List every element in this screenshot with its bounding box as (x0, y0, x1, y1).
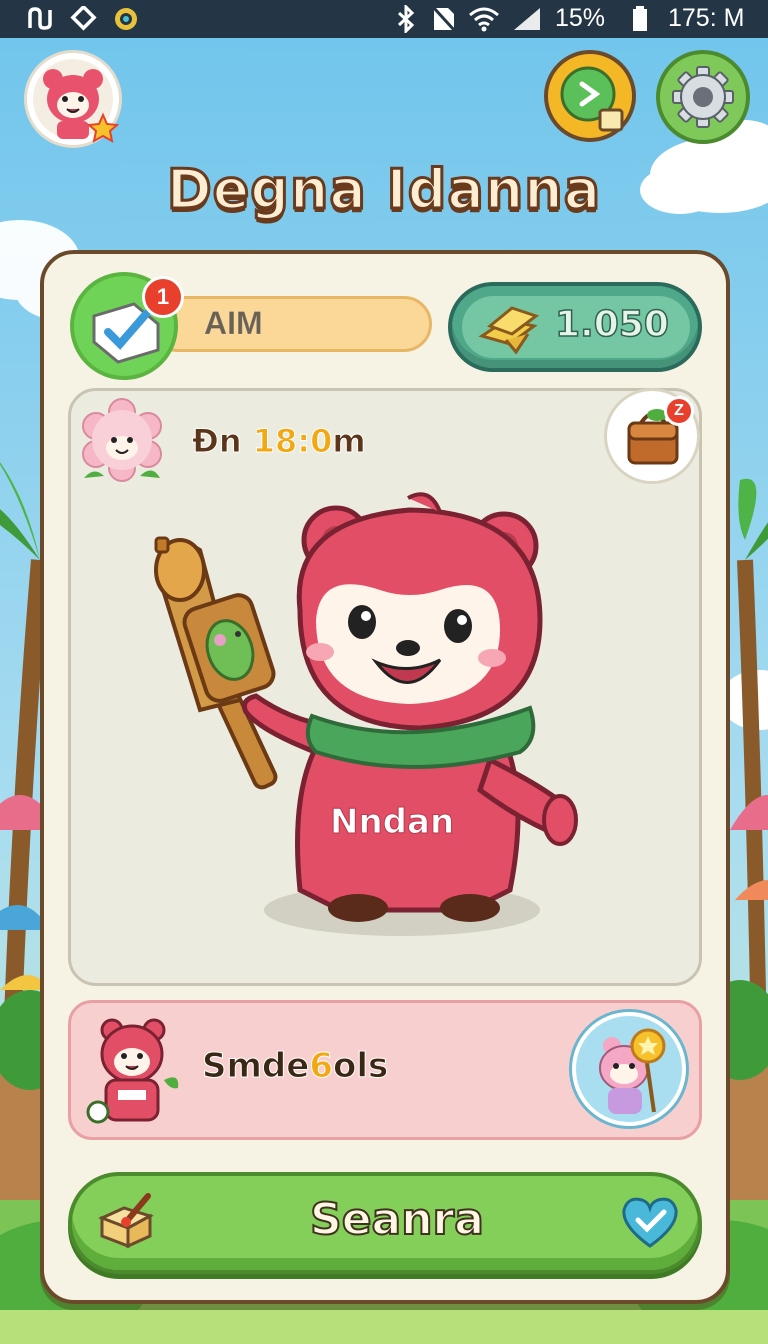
heart-check-icon (620, 1194, 680, 1254)
quest-text: Smde6ols (201, 1046, 389, 1087)
toolbox-icon (96, 1188, 160, 1256)
wifi-icon (468, 5, 500, 37)
no-sim-icon (432, 6, 456, 36)
timer-prefix: Ðn (192, 422, 253, 461)
quest-prefix: Smde (201, 1046, 310, 1087)
battery-icon (632, 6, 648, 36)
mascot-bear (154, 492, 578, 936)
small-bear-icon (86, 1018, 179, 1124)
circle-app-icon (112, 5, 140, 37)
gold-bars-icon (476, 300, 542, 360)
aim-progress-pill[interactable] (150, 296, 432, 352)
bear-avatar-icon (33, 59, 120, 143)
gear-icon (672, 66, 734, 128)
quest-highlight: 6 (309, 1046, 334, 1087)
lantern-staff-icon (154, 536, 278, 790)
clock: 175: M (668, 4, 745, 32)
status-bar: 15% 175: M (0, 0, 768, 38)
timer-suffix: m (332, 422, 366, 461)
coin-balance-value: 1.050 (554, 303, 669, 346)
timer-text: Ðn 18:0m (192, 422, 367, 461)
diamond-icon (70, 4, 98, 36)
quest-suffix: ols (332, 1046, 389, 1087)
shirt-label: Nndan (329, 802, 455, 843)
signal-icon (512, 6, 542, 36)
flower-bear-icon (74, 392, 170, 494)
timer-highlight: 18:0 (252, 422, 333, 461)
action-button-label: Seanra (309, 1193, 485, 1246)
profile-avatar-button[interactable] (24, 50, 122, 148)
aim-label: AIM (204, 305, 264, 342)
friend-avatar-button[interactable] (572, 1012, 686, 1126)
bluetooth-icon (396, 3, 416, 37)
daily-play-button[interactable] (544, 50, 636, 142)
aim-notification-badge: 1 (142, 276, 184, 318)
play-calendar-icon (560, 66, 624, 132)
battery-percent: 15% (555, 4, 606, 32)
settings-button[interactable] (656, 50, 750, 144)
bag-notification-badge: Z (664, 396, 694, 426)
pink-bear-star-icon (599, 1028, 666, 1114)
usb-icon (26, 6, 54, 36)
page-title: Degna Idanna (165, 157, 602, 223)
